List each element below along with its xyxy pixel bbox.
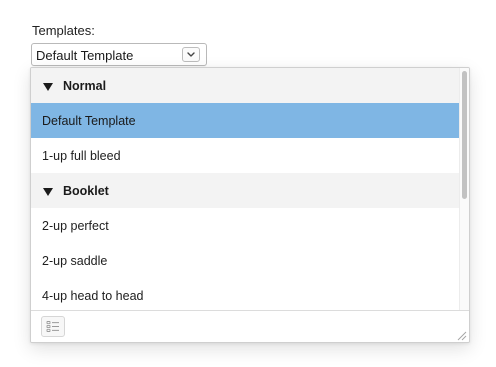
popup-footer xyxy=(31,310,469,342)
chevron-down-icon[interactable] xyxy=(182,47,200,62)
template-item-label: 1-up full bleed xyxy=(42,148,121,163)
template-item-label: 2-up perfect xyxy=(42,218,109,233)
disclosure-triangle-icon[interactable] xyxy=(42,81,54,91)
resize-grip-icon[interactable] xyxy=(455,328,467,341)
templates-list: Normal Default Template 1-up full bleed … xyxy=(31,68,459,310)
templates-select-value: Default Template xyxy=(36,48,134,63)
templates-select[interactable]: Default Template xyxy=(31,43,207,66)
template-item-default-template[interactable]: Default Template xyxy=(31,103,459,138)
disclosure-triangle-icon[interactable] xyxy=(42,186,54,196)
group-header-booklet[interactable]: Booklet xyxy=(31,173,459,208)
template-item-label: Default Template xyxy=(42,113,136,128)
template-item-2-up-perfect[interactable]: 2-up perfect xyxy=(31,208,459,243)
template-item-1-up-full-bleed[interactable]: 1-up full bleed xyxy=(31,138,459,173)
templates-label: Templates: xyxy=(32,23,95,38)
template-item-label: 4-up head to head xyxy=(42,288,144,303)
template-item-2-up-saddle[interactable]: 2-up saddle xyxy=(31,243,459,278)
templates-popup: Normal Default Template 1-up full bleed … xyxy=(30,67,470,343)
scrollbar-thumb[interactable] xyxy=(462,71,467,199)
template-item-4-up-head-to-head[interactable]: 4-up head to head xyxy=(31,278,459,310)
group-header-label: Normal xyxy=(63,78,107,93)
template-item-label: 2-up saddle xyxy=(42,253,108,268)
vertical-scrollbar[interactable] xyxy=(459,68,469,310)
group-header-normal[interactable]: Normal xyxy=(31,68,459,103)
group-header-label: Booklet xyxy=(63,183,109,198)
list-icon[interactable] xyxy=(41,316,65,337)
